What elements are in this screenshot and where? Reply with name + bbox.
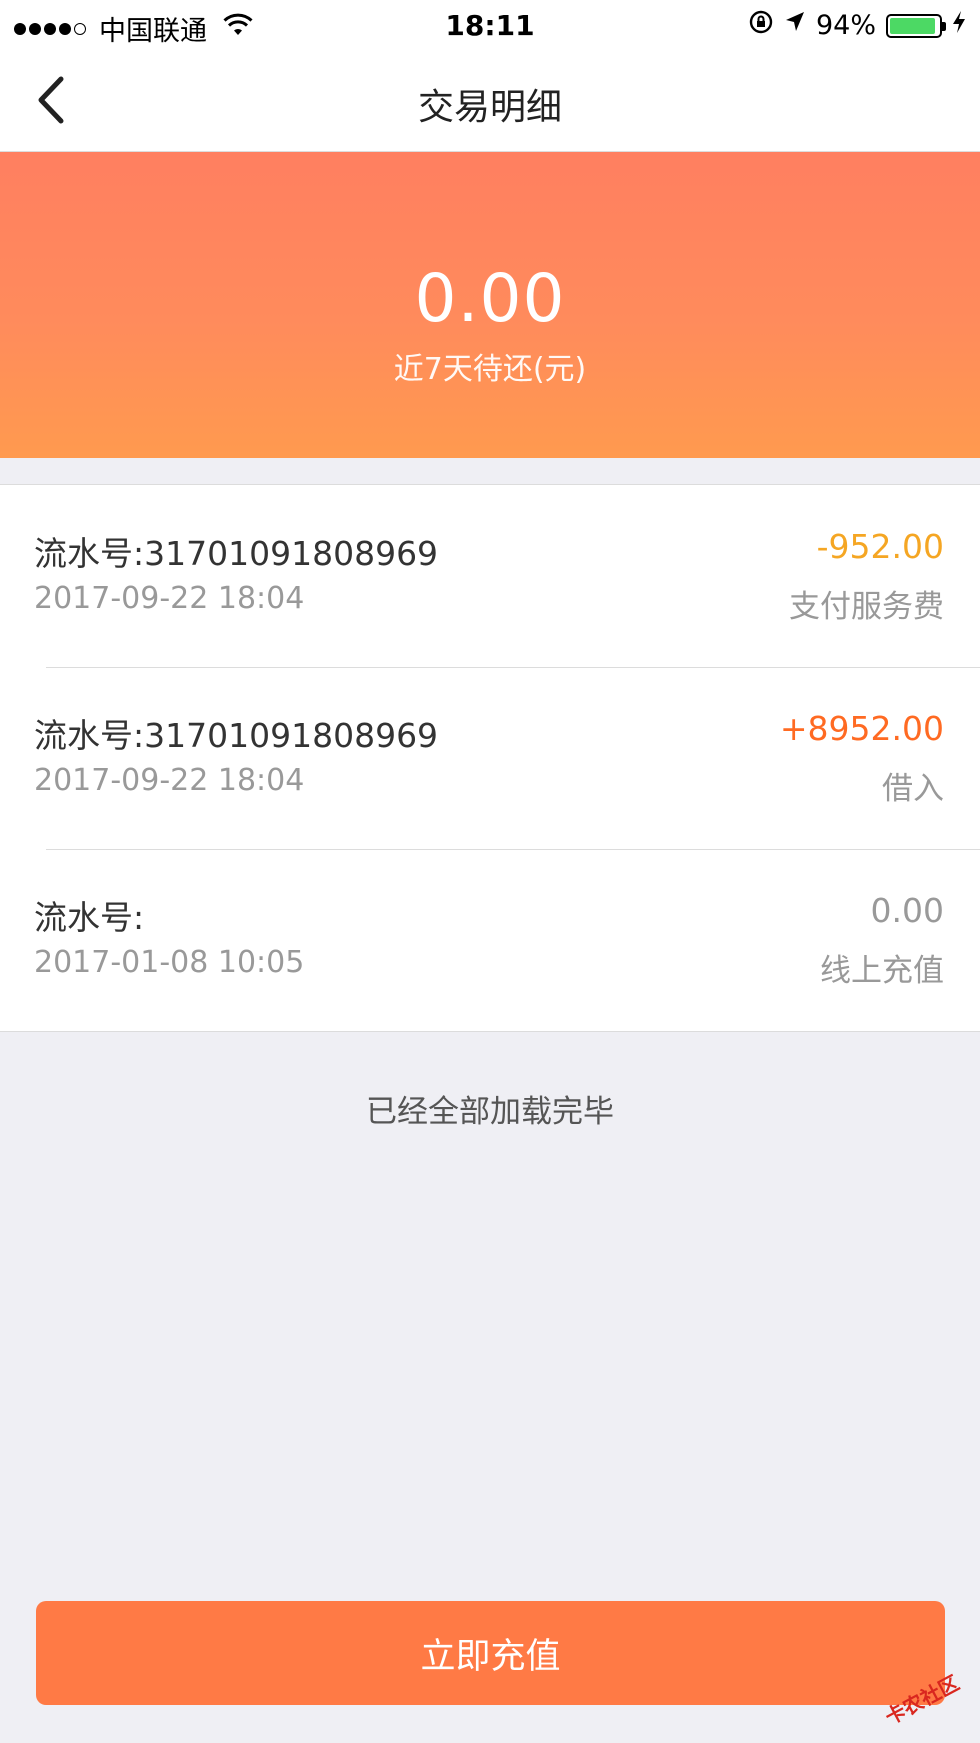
screen: 中国联通 18:11 94% 交易明细 0.00 近7天待还(元) 流水号:31… <box>0 0 980 1743</box>
transaction-time: 2017-09-22 18:04 <box>34 581 305 616</box>
transaction-serial: 流水号:31701091808969 <box>34 716 439 755</box>
transaction-time: 2017-01-08 10:05 <box>34 945 305 980</box>
transaction-type: 线上充值 <box>820 953 944 989</box>
page-title: 交易明细 <box>417 87 562 128</box>
orientation-lock-icon <box>748 9 774 42</box>
all-loaded-note: 已经全部加载完毕 <box>366 1094 614 1130</box>
back-button[interactable] <box>20 70 80 130</box>
amount-due-value: 0.00 <box>414 260 566 337</box>
transaction-list: 流水号:31701091808969 2017-09-22 18:04 -952… <box>0 484 980 1032</box>
amount-due-label: 近7天待还(元) <box>393 352 587 387</box>
transaction-serial: 流水号: <box>34 898 145 937</box>
battery-percent: 94% <box>815 10 876 41</box>
transaction-amount: 0.00 <box>870 891 944 930</box>
status-right: 94% <box>738 9 966 42</box>
transaction-serial: 流水号:31701091808969 <box>34 534 439 573</box>
chevron-left-icon <box>38 76 64 124</box>
transaction-row[interactable]: 流水号: 2017-01-08 10:05 0.00 线上充值 <box>0 849 980 1031</box>
signal-strength-icon <box>14 22 89 35</box>
status-left: 中国联通 <box>14 9 253 48</box>
charging-icon <box>952 10 966 41</box>
nav-bar: 交易明细 <box>0 50 980 152</box>
wifi-icon <box>223 13 253 44</box>
status-bar: 中国联通 18:11 94% <box>0 0 980 50</box>
location-arrow-icon <box>784 10 806 41</box>
battery-icon <box>886 13 946 38</box>
transaction-row[interactable]: 流水号:31701091808969 2017-09-22 18:04 +895… <box>0 667 980 849</box>
transaction-time: 2017-09-22 18:04 <box>34 763 305 798</box>
carrier-name: 中国联通 <box>99 16 207 47</box>
recharge-button[interactable]: 立即充值 <box>36 1601 945 1705</box>
transaction-type: 借入 <box>882 771 944 807</box>
summary-banner: 0.00 近7天待还(元) <box>0 152 980 458</box>
transaction-row[interactable]: 流水号:31701091808969 2017-09-22 18:04 -952… <box>0 485 980 667</box>
transaction-type: 支付服务费 <box>789 589 944 625</box>
transaction-amount: -952.00 <box>816 527 944 566</box>
transaction-amount: +8952.00 <box>779 709 944 748</box>
